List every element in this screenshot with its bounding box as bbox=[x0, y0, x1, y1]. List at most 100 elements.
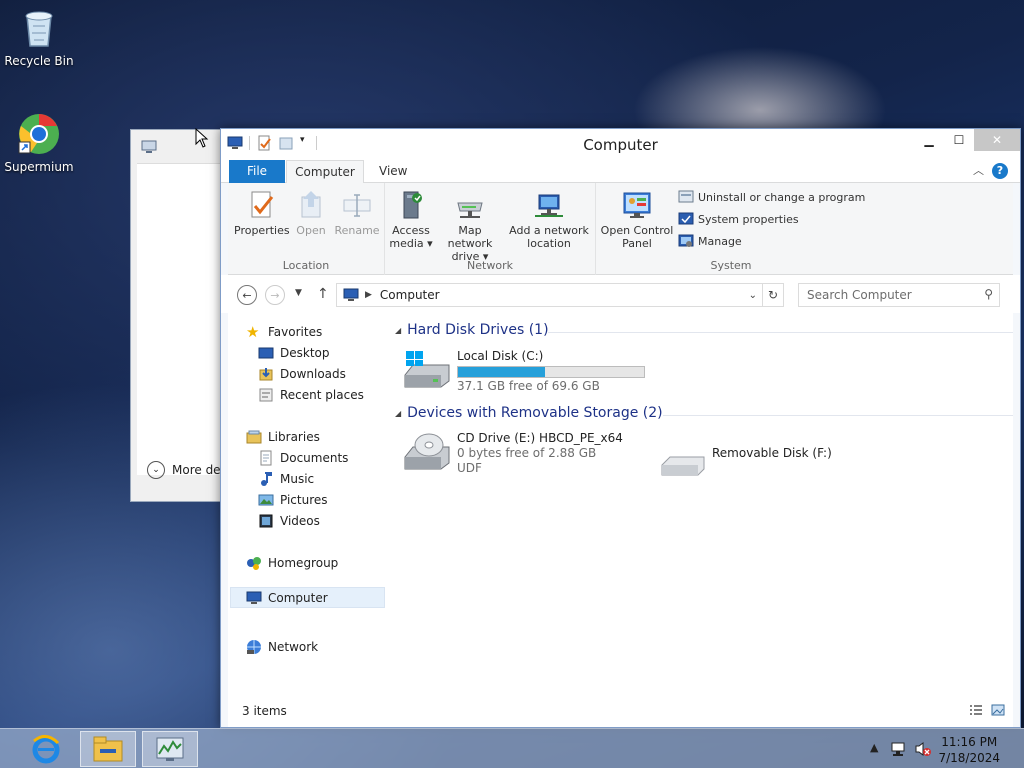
help-icon[interactable]: ? bbox=[992, 163, 1008, 179]
refresh-button[interactable]: ↻ bbox=[762, 283, 784, 307]
nav-pictures[interactable]: Pictures bbox=[258, 492, 328, 508]
access-media-button[interactable]: Access media ▾ bbox=[389, 189, 433, 250]
collapse-triangle-icon[interactable]: ◢ bbox=[395, 409, 401, 418]
libraries-icon bbox=[246, 430, 262, 444]
system-clock[interactable]: 11:16 PM 7/18/2024 bbox=[938, 734, 1000, 766]
title-bar[interactable]: ▾ Computer ▁ ☐ ✕ bbox=[221, 129, 1020, 159]
rename-button[interactable]: Rename bbox=[332, 189, 382, 237]
computer-icon bbox=[343, 288, 359, 301]
computer-icon bbox=[141, 140, 157, 153]
open-icon bbox=[301, 191, 321, 218]
nav-music[interactable]: Music bbox=[258, 471, 314, 487]
open-label: Open bbox=[296, 224, 326, 237]
nav-label: Downloads bbox=[280, 367, 346, 381]
collapse-ribbon-icon[interactable]: ︿ bbox=[973, 162, 984, 178]
large-icons-view-icon[interactable] bbox=[991, 704, 1005, 716]
section-divider bbox=[548, 332, 1013, 333]
details-view-icon[interactable] bbox=[969, 704, 983, 716]
address-bar[interactable]: ▶ Computer ⌄ bbox=[336, 283, 784, 307]
open-button[interactable]: Open bbox=[290, 189, 332, 237]
ribbon-tabs: File Computer View ︿ ? bbox=[221, 159, 1020, 183]
breadcrumb-chevron-icon[interactable]: ▶ bbox=[365, 290, 372, 300]
nav-homegroup[interactable]: Homegroup bbox=[246, 555, 338, 571]
nav-recent-places[interactable]: Recent places bbox=[258, 387, 364, 403]
drive-removable-disk-f[interactable]: Removable Disk (F:) bbox=[658, 443, 832, 483]
section-header-label: Devices with Removable Storage (2) bbox=[407, 405, 663, 421]
task-manager-icon bbox=[156, 737, 184, 761]
nav-label: Recent places bbox=[280, 388, 364, 402]
nav-desktop[interactable]: Desktop bbox=[258, 345, 330, 361]
more-details-button[interactable]: ⌄ More det bbox=[147, 461, 225, 479]
background-dialog[interactable]: ⌄ More det bbox=[130, 129, 225, 502]
drive-local-disk-c[interactable]: Local Disk (C:) 37.1 GB free of 69.6 GB bbox=[403, 349, 645, 394]
window-controls: ▁ ☐ ✕ bbox=[914, 129, 1020, 151]
explorer-window[interactable]: ▾ Computer ▁ ☐ ✕ File Computer View ︿ ? … bbox=[220, 128, 1021, 728]
removable-disk-icon bbox=[661, 456, 705, 476]
minimize-button[interactable]: ▁ bbox=[914, 129, 944, 151]
section-header-removable-storage[interactable]: ◢ Devices with Removable Storage (2) bbox=[395, 405, 663, 421]
add-location-label-2: location bbox=[527, 237, 571, 250]
map-network-drive-button[interactable]: Map network drive ▾ bbox=[435, 189, 505, 263]
network-status-icon[interactable] bbox=[890, 741, 906, 757]
tab-file[interactable]: File bbox=[229, 160, 285, 183]
view-switcher bbox=[969, 704, 1005, 716]
up-button[interactable]: ↑ bbox=[317, 286, 329, 302]
desktop-icon-recycle-bin[interactable]: Recycle Bin bbox=[1, 6, 77, 68]
manage-label: Manage bbox=[698, 234, 742, 248]
more-details-label: More det bbox=[172, 463, 226, 477]
forward-button[interactable]: → bbox=[265, 285, 285, 305]
add-network-location-button[interactable]: Add a network location bbox=[507, 189, 591, 250]
volume-muted-icon[interactable] bbox=[914, 741, 932, 757]
nav-computer[interactable]: Computer bbox=[230, 587, 385, 608]
internet-explorer-icon bbox=[32, 735, 60, 764]
system-properties-button[interactable]: System properties bbox=[678, 211, 799, 227]
recent-locations-icon[interactable]: ▼ bbox=[295, 288, 302, 298]
nav-network[interactable]: Network bbox=[246, 639, 318, 655]
breadcrumb-computer[interactable]: Computer bbox=[380, 288, 440, 302]
clock-date: 7/18/2024 bbox=[938, 751, 1000, 765]
uninstall-program-button[interactable]: Uninstall or change a program bbox=[678, 189, 865, 205]
nav-videos[interactable]: Videos bbox=[258, 513, 320, 529]
nav-label: Libraries bbox=[268, 430, 320, 444]
nav-libraries[interactable]: Libraries bbox=[246, 429, 320, 445]
music-icon bbox=[261, 472, 272, 486]
nav-label: Music bbox=[280, 472, 315, 486]
manage-button[interactable]: Manage bbox=[678, 233, 742, 249]
collapse-triangle-icon[interactable]: ◢ bbox=[395, 326, 401, 335]
ribbon-group-label: Location bbox=[282, 259, 330, 272]
taskbar-internet-explorer[interactable] bbox=[18, 731, 74, 767]
section-header-label: Hard Disk Drives (1) bbox=[407, 322, 549, 338]
nav-documents[interactable]: Documents bbox=[258, 450, 348, 466]
back-button[interactable]: ← bbox=[237, 285, 257, 305]
properties-button[interactable]: Properties bbox=[234, 189, 290, 237]
add-location-label-1: Add a network bbox=[509, 224, 589, 237]
tab-computer[interactable]: Computer bbox=[286, 160, 364, 183]
content-pane: ◢ Hard Disk Drives (1) Local Disk (C:) 3… bbox=[393, 313, 1013, 698]
taskbar-task-manager[interactable] bbox=[142, 731, 198, 767]
close-button[interactable]: ✕ bbox=[974, 129, 1020, 151]
add-network-location-icon bbox=[535, 194, 563, 217]
tab-view[interactable]: View bbox=[367, 160, 419, 183]
maximize-button[interactable]: ☐ bbox=[944, 129, 974, 151]
desktop-icon-label: Recycle Bin bbox=[4, 54, 74, 68]
nav-downloads[interactable]: Downloads bbox=[258, 366, 346, 382]
address-dropdown-icon[interactable]: ⌄ bbox=[749, 290, 757, 301]
search-input[interactable]: Search Computer ⚲ bbox=[798, 283, 1000, 307]
browser-icon bbox=[18, 114, 59, 154]
address-bar-row: ← → ▼ ↑ ▶ Computer ⌄ ↻ Search Computer ⚲ bbox=[221, 275, 1020, 313]
drive-cd-drive-e[interactable]: CD Drive (E:) HBCD_PE_x64 0 bytes free o… bbox=[403, 431, 623, 476]
navigation-pane: ★ Favorites Desktop Downloads Recent pla… bbox=[228, 313, 386, 698]
access-media-label-1: Access bbox=[392, 224, 430, 237]
desktop-icon-supermium[interactable]: Supermium bbox=[1, 112, 77, 174]
search-icon: ⚲ bbox=[984, 287, 993, 301]
mouse-cursor-icon bbox=[195, 128, 209, 148]
chevron-down-icon: ⌄ bbox=[147, 461, 165, 479]
control-panel-icon bbox=[623, 192, 651, 218]
status-bar: 3 items bbox=[228, 696, 1013, 727]
taskbar-file-explorer[interactable] bbox=[80, 731, 136, 767]
ribbon-group-label: Network bbox=[467, 259, 513, 272]
open-control-panel-button[interactable]: Open Control Panel bbox=[600, 189, 674, 250]
nav-favorites[interactable]: ★ Favorites bbox=[246, 324, 322, 340]
section-header-hard-disk-drives[interactable]: ◢ Hard Disk Drives (1) bbox=[395, 322, 549, 338]
show-hidden-icons-icon[interactable]: ▲ bbox=[870, 741, 878, 754]
